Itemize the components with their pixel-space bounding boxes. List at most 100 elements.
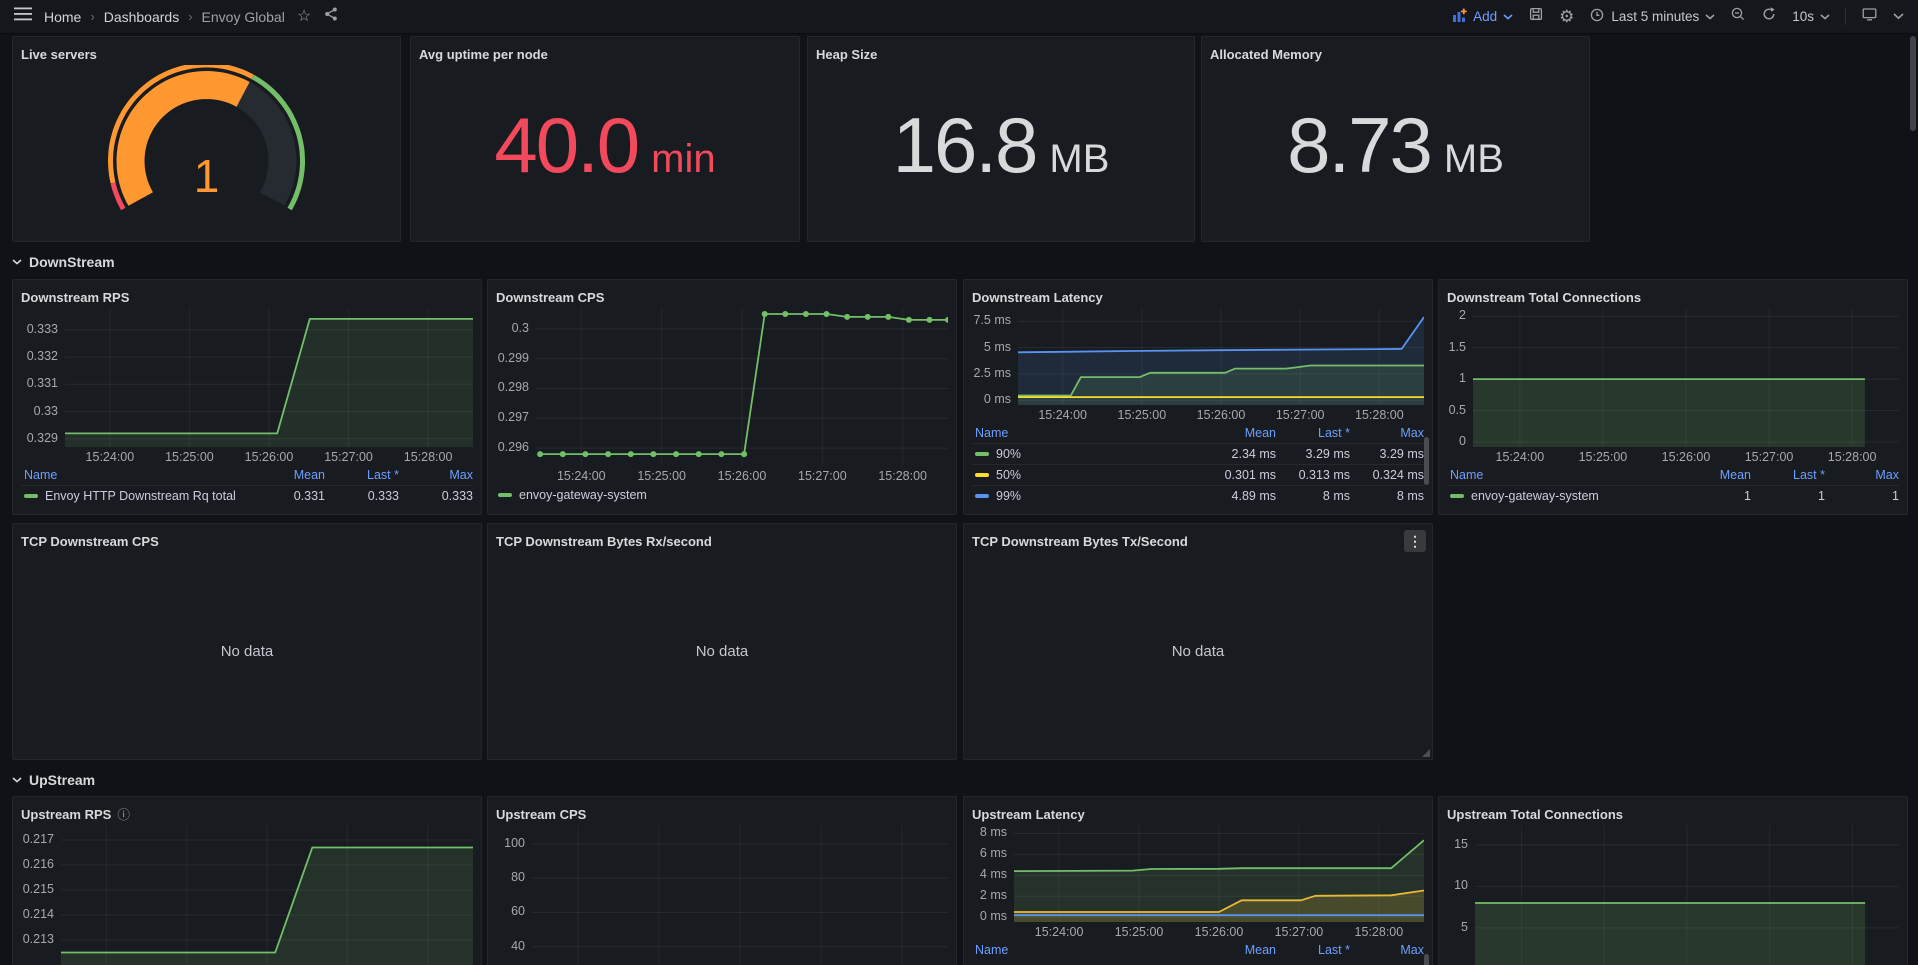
legend-scrollbar-thumb[interactable]: [1424, 437, 1429, 485]
legend-row[interactable]: 99%4.89 ms8 ms8 ms: [972, 485, 1424, 506]
panel-title[interactable]: Downstream Total Connections: [1447, 288, 1899, 308]
series-color-swatch: [498, 493, 512, 497]
legend-header-stat[interactable]: Max: [1350, 426, 1424, 440]
breadcrumb-dashboards[interactable]: Dashboards: [104, 9, 180, 25]
legend-series-name: 50%: [996, 468, 1021, 482]
y-axis: 0.2130.2140.2150.2160.217: [21, 825, 61, 965]
legend-header-stat[interactable]: Max: [399, 468, 473, 482]
panel-downstream-total-connections: Downstream Total Connections 00.511.52 1…: [1438, 279, 1908, 515]
chart-canvas[interactable]: [61, 825, 473, 965]
share-button[interactable]: [323, 6, 339, 27]
legend-header-stat[interactable]: Last *: [1276, 943, 1350, 957]
legend-stat-value: 0.313 ms: [1276, 468, 1350, 482]
legend-header-stat[interactable]: Mean: [251, 468, 325, 482]
legend-header-name[interactable]: Name: [972, 943, 1202, 957]
favorite-button[interactable]: ☆: [297, 9, 311, 25]
panel-title[interactable]: Downstream Latency: [972, 288, 1424, 308]
legend-scrollbar-thumb[interactable]: [1424, 954, 1429, 965]
legend-header: NameMeanLast *Max: [1447, 465, 1899, 485]
legend-item[interactable]: envoy-gateway-system: [496, 484, 948, 506]
stat-body: 8.73 MB: [1210, 65, 1581, 233]
legend-header-stat[interactable]: Last *: [1276, 426, 1350, 440]
series-color-swatch: [975, 494, 989, 498]
legend-header-stat[interactable]: Mean: [1202, 943, 1276, 957]
add-button[interactable]: Add: [1452, 8, 1513, 26]
chevron-down-icon: [1820, 14, 1830, 20]
chart-canvas[interactable]: [1473, 308, 1899, 447]
legend-stat-value: 1: [1825, 489, 1899, 503]
legend-header-stat[interactable]: Mean: [1202, 426, 1276, 440]
panel-resize-handle[interactable]: [1422, 749, 1430, 757]
legend-header-name[interactable]: Name: [21, 468, 251, 482]
y-tick-label: 0.296: [498, 440, 529, 454]
page-scrollbar-thumb[interactable]: [1910, 36, 1916, 131]
stat-value: 16.8: [893, 100, 1037, 191]
x-tick-label: 15:24:00: [1038, 408, 1087, 422]
section-header-downstream[interactable]: DownStream: [12, 250, 115, 274]
legend-row[interactable]: 90%2.34 ms3.29 ms3.29 ms: [972, 443, 1424, 464]
panel-upstream-cps: Upstream CPS 406080100 15:24:0015:25:001…: [487, 796, 957, 965]
chart-canvas[interactable]: [1475, 825, 1899, 965]
info-icon[interactable]: ⓘ: [117, 807, 130, 823]
y-tick-label: 8 ms: [980, 825, 1007, 839]
chart-plot-area[interactable]: [532, 825, 948, 965]
save-dashboard-button[interactable]: [1528, 6, 1544, 27]
legend-header-stat[interactable]: Mean: [1677, 468, 1751, 482]
refresh-interval-picker[interactable]: 10s: [1792, 9, 1830, 24]
chart-plot-area[interactable]: [1473, 308, 1899, 447]
legend-header-name[interactable]: Name: [1447, 468, 1677, 482]
panel-title[interactable]: TCP Downstream Bytes Rx/second: [496, 532, 948, 552]
legend-header-stat[interactable]: Max: [1825, 468, 1899, 482]
legend-header-stat[interactable]: Last *: [1751, 468, 1825, 482]
breadcrumb-home[interactable]: Home: [44, 9, 81, 25]
refresh-icon: [1761, 6, 1777, 27]
panel-title[interactable]: Allocated Memory: [1210, 45, 1581, 65]
panel-title[interactable]: Heap Size: [816, 45, 1186, 65]
legend-rows: 90%2.34 ms3.29 ms3.29 ms50%0.301 ms0.313…: [972, 443, 1424, 506]
tv-mode-button[interactable]: [1861, 6, 1878, 27]
chart-canvas[interactable]: [65, 308, 473, 447]
chart-plot-area[interactable]: [536, 308, 948, 466]
panel-menu-button[interactable]: ⋮: [1404, 530, 1426, 552]
dashboard-settings-button[interactable]: ⚙: [1559, 8, 1574, 25]
y-tick-label: 0.297: [498, 410, 529, 424]
panel-title[interactable]: Live servers: [21, 45, 392, 65]
panel-title[interactable]: Downstream RPS: [21, 288, 473, 308]
legend-row[interactable]: 50%0.301 ms0.313 ms0.324 ms: [972, 464, 1424, 485]
x-tick-label: 15:24:00: [86, 450, 135, 464]
chart-plot-area[interactable]: [1014, 825, 1424, 922]
chart-canvas[interactable]: [1014, 825, 1424, 922]
nav-expand-button[interactable]: [1893, 13, 1904, 20]
x-tick-label: 15:25:00: [1115, 925, 1164, 939]
panel-title[interactable]: Upstream CPS: [496, 805, 948, 825]
panel-title[interactable]: Upstream Latency: [972, 805, 1424, 825]
panel-title[interactable]: TCP Downstream CPS: [21, 532, 473, 552]
legend-row[interactable]: envoy-gateway-system111: [1447, 485, 1899, 506]
chart-canvas[interactable]: [536, 308, 948, 466]
chart-plot-area[interactable]: [65, 308, 473, 447]
panel-title[interactable]: Upstream Total Connections: [1447, 805, 1899, 825]
panel-title[interactable]: Avg uptime per node: [419, 45, 791, 65]
section-header-upstream[interactable]: UpStream: [12, 768, 95, 792]
refresh-button[interactable]: [1761, 6, 1777, 27]
time-range-picker[interactable]: Last 5 minutes: [1589, 7, 1715, 26]
chart-canvas[interactable]: [532, 825, 948, 965]
chart-plot-area[interactable]: [1018, 308, 1424, 405]
panel-title[interactable]: TCP Downstream Bytes Tx/Second: [972, 532, 1424, 552]
chevron-down-icon: [1503, 14, 1513, 20]
stat-unit: min: [651, 137, 715, 182]
x-tick-label: 15:26:00: [718, 469, 767, 483]
y-axis: 0 ms2.5 ms5 ms7.5 ms: [972, 308, 1018, 405]
zoom-out-button[interactable]: [1730, 6, 1746, 27]
panel-title[interactable]: Upstream RPSⓘ: [21, 805, 473, 825]
legend-header-name[interactable]: Name: [972, 426, 1202, 440]
legend-row[interactable]: Envoy HTTP Downstream Rq total0.3310.333…: [21, 485, 473, 506]
legend-header-stat[interactable]: Max: [1350, 943, 1424, 957]
legend-header-stat[interactable]: Last *: [325, 468, 399, 482]
hamburger-menu-button[interactable]: [14, 7, 32, 26]
chart-plot-area[interactable]: [1475, 825, 1899, 965]
panel-title[interactable]: Downstream CPS: [496, 288, 948, 308]
y-tick-label: 60: [511, 904, 525, 918]
chart-plot-area[interactable]: [61, 825, 473, 965]
chart-canvas[interactable]: [1018, 308, 1424, 405]
